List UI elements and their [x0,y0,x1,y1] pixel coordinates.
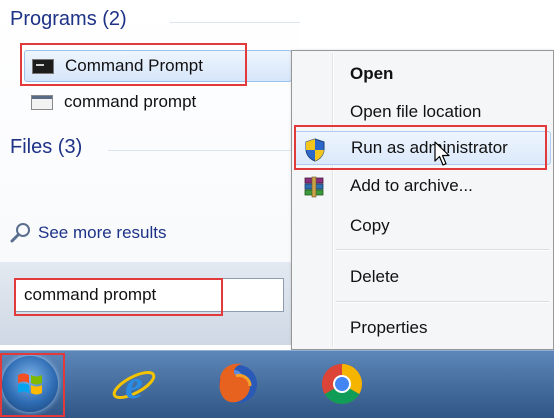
programs-header: Programs (2) [10,8,127,30]
menu-item-open-file-location[interactable]: Open file location [294,95,551,129]
menu-item-label: Properties [350,318,428,337]
taskbar [0,350,554,418]
see-more-results-link[interactable]: See more results [10,222,167,244]
context-menu: Open Open file location Run as administr… [291,50,554,350]
menu-item-add-to-archive[interactable]: Add to archive... [294,169,551,203]
menu-item-label: Copy [350,216,390,235]
result-label: command prompt [64,92,197,111]
result-command-prompt-shortcut[interactable]: command prompt [24,86,284,118]
menu-item-label: Open file location [350,102,482,121]
menu-item-properties[interactable]: Properties [294,311,551,345]
divider [170,22,300,23]
highlight-box [294,125,547,170]
see-more-label: See more results [38,223,167,242]
menu-separator [336,301,549,303]
internet-explorer-icon[interactable]: e [108,358,160,410]
search-icon [10,223,30,243]
menu-item-delete[interactable]: Delete [294,260,551,294]
menu-item-label: Add to archive... [350,176,473,195]
window-icon [31,94,53,110]
winrar-archive-icon [304,176,324,198]
divider [108,150,300,151]
menu-item-label: Open [350,64,394,83]
menu-item-open[interactable]: Open [294,57,551,91]
menu-item-label: Delete [350,267,400,286]
svg-text:e: e [125,362,143,407]
menu-separator [336,249,549,251]
highlight-box [14,278,223,316]
highlight-box [20,43,247,86]
files-header: Files (3) [10,136,83,158]
firefox-icon[interactable] [212,358,264,410]
menu-item-copy[interactable]: Copy [294,209,551,243]
chrome-icon[interactable] [316,358,368,410]
highlight-box [0,353,65,417]
